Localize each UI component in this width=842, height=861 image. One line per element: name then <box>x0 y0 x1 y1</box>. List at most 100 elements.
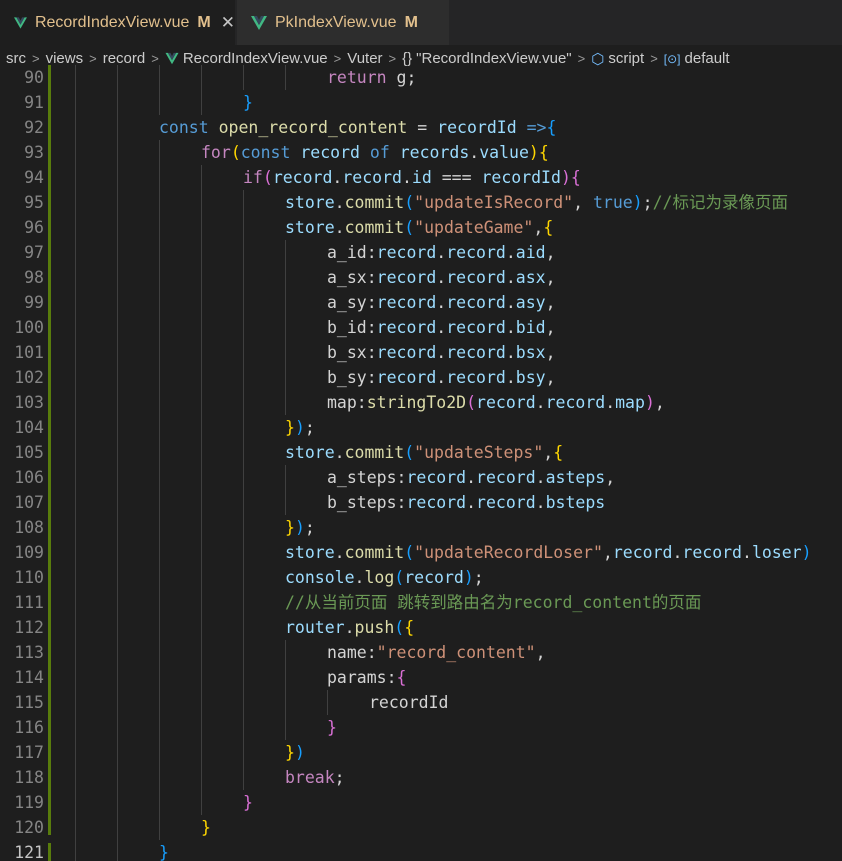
code-line[interactable]: 107 b_steps:record.record.bsteps <box>0 490 842 515</box>
code-line[interactable]: 110 console.log(record); <box>0 565 842 590</box>
code-text: }) <box>285 743 305 762</box>
indent-guide <box>201 365 202 390</box>
code-line[interactable]: 97 a_id:record.record.aid, <box>0 240 842 265</box>
code-line[interactable]: 118 break; <box>0 765 842 790</box>
close-icon[interactable]: ✕ <box>221 13 235 33</box>
code-line[interactable]: 108}); <box>0 515 842 540</box>
indent-guide <box>75 465 76 490</box>
code-line[interactable]: 121} <box>0 840 842 861</box>
code-line[interactable]: 109 store.commit("updateRecordLoser",reco… <box>0 540 842 565</box>
chevron-right-icon: > <box>151 51 159 66</box>
indent-guide <box>201 290 202 315</box>
code-line[interactable]: 113 name:"record_content", <box>0 640 842 665</box>
indent-guide <box>117 815 118 840</box>
code-line[interactable]: 100 b_id:record.record.bid, <box>0 315 842 340</box>
code-text: return g; <box>327 68 417 87</box>
code-line[interactable]: 105 store.commit("updateSteps",{ <box>0 440 842 465</box>
code-line[interactable]: 96 store.commit("updateGame",{ <box>0 215 842 240</box>
symbol-icon: [⊙] <box>663 51 681 66</box>
code-text: const open_record_content = recordId =>{ <box>159 118 557 137</box>
indent-guide <box>201 90 202 115</box>
code-text: store.commit("updateSteps",{ <box>285 443 564 462</box>
code-line[interactable]: 116} <box>0 715 842 740</box>
code-line[interactable]: 102 b_sy:record.record.bsy, <box>0 365 842 390</box>
code-line[interactable]: 117}) <box>0 740 842 765</box>
code-text: }); <box>285 518 315 537</box>
indent-guide <box>117 215 118 240</box>
line-number: 99 <box>24 293 44 312</box>
code-line[interactable]: 115 recordId <box>0 690 842 715</box>
indent-guide <box>117 665 118 690</box>
code-line[interactable]: 103 map:stringTo2D(record.record.map), <box>0 390 842 415</box>
tab-label: RecordIndexView.vue <box>34 13 190 31</box>
indent-guide <box>201 715 202 740</box>
indent-guide <box>243 765 244 790</box>
indent-guide <box>159 640 160 665</box>
indent-guide <box>159 440 160 465</box>
code-line[interactable]: 90 return g; <box>0 65 842 90</box>
indent-guide <box>285 390 286 415</box>
chevron-right-icon: > <box>650 51 658 66</box>
indent-guide <box>159 365 160 390</box>
indent-guide <box>117 265 118 290</box>
vue-file-icon <box>251 15 267 30</box>
code-line[interactable]: 120} <box>0 815 842 840</box>
indent-guide <box>243 640 244 665</box>
indent-guide <box>75 565 76 590</box>
code-line[interactable]: 112 router.push({ <box>0 615 842 640</box>
indent-guide <box>285 715 286 740</box>
indent-guide <box>117 840 118 861</box>
indent-guide <box>117 640 118 665</box>
indent-guide <box>117 90 118 115</box>
indent-guide <box>243 365 244 390</box>
tab-record-index-view[interactable]: RecordIndexView.vue M ✕ <box>0 0 235 45</box>
code-line[interactable]: 119} <box>0 790 842 815</box>
code-text: b_sx:record.record.bsx, <box>327 343 556 362</box>
indent-guide <box>75 190 76 215</box>
code-line[interactable]: 98 a_sx:record.record.asx, <box>0 265 842 290</box>
indent-guide <box>201 390 202 415</box>
code-text: console.log(record); <box>285 568 484 587</box>
code-text: }); <box>285 418 315 437</box>
code-line[interactable]: 104}); <box>0 415 842 440</box>
code-text: b_sy:record.record.bsy, <box>327 368 556 387</box>
tab-pk-index-view[interactable]: PkIndexView.vue M <box>237 0 449 45</box>
code-editor[interactable]: 90 return g; 91} 92 const open_record_conten… <box>0 65 842 861</box>
code-line[interactable]: 111 //从当前页面 跳转到路由名为record_content的页面 <box>0 590 842 615</box>
indent-guide <box>117 490 118 515</box>
indent-guide <box>243 515 244 540</box>
indent-guide <box>117 240 118 265</box>
code-line[interactable]: 114 params:{ <box>0 665 842 690</box>
code-text: store.commit("updateRecordLoser",record.… <box>285 543 812 562</box>
indent-guide <box>243 690 244 715</box>
indent-guide <box>243 340 244 365</box>
code-line[interactable]: 95 store.commit("updateIsRecord", true);/… <box>0 190 842 215</box>
code-line[interactable]: 101 b_sx:record.record.bsx, <box>0 340 842 365</box>
code-text: if(record.record.id === recordId){ <box>243 168 581 187</box>
indent-guide <box>201 615 202 640</box>
indent-guide <box>117 740 118 765</box>
code-line[interactable]: 99 a_sy:record.record.asy, <box>0 290 842 315</box>
indent-guide <box>159 140 160 165</box>
indent-guide <box>159 65 160 90</box>
indent-guide <box>159 240 160 265</box>
line-number: 115 <box>14 693 44 712</box>
line-number: 96 <box>24 218 44 237</box>
code-text: //从当前页面 跳转到路由名为record_content的页面 <box>285 593 702 612</box>
indent-guide <box>243 415 244 440</box>
code-line[interactable]: 93 for(const record of records.value){ <box>0 140 842 165</box>
code-line[interactable]: 91} <box>0 90 842 115</box>
indent-guide <box>75 515 76 540</box>
code-line[interactable]: 94 if(record.record.id === recordId){ <box>0 165 842 190</box>
indent-guide <box>117 690 118 715</box>
indent-guide <box>75 315 76 340</box>
indent-guide <box>117 565 118 590</box>
line-number: 91 <box>24 93 44 112</box>
code-line[interactable]: 92 const open_record_content = recordId =… <box>0 115 842 140</box>
indent-guide <box>159 290 160 315</box>
indent-guide <box>117 440 118 465</box>
line-number: 93 <box>24 143 44 162</box>
indent-guide <box>75 390 76 415</box>
line-number: 120 <box>14 818 44 837</box>
code-line[interactable]: 106 a_steps:record.record.asteps, <box>0 465 842 490</box>
